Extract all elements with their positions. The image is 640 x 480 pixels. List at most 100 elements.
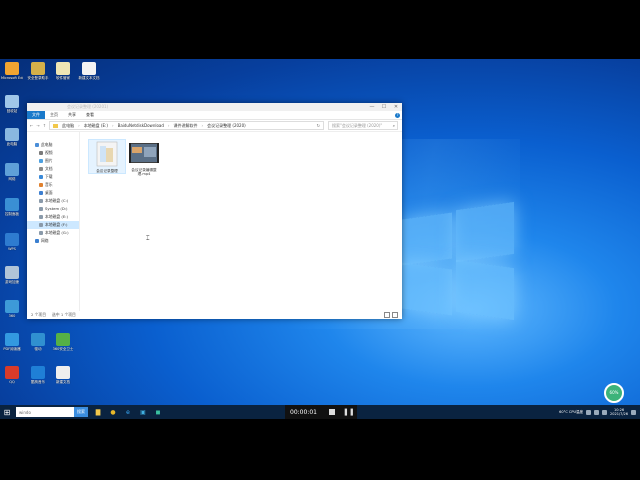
desktop-icon-label: QQ xyxy=(9,380,15,384)
breadcrumb-item[interactable]: 本地磁盘 (E:) xyxy=(84,123,108,129)
minimize-button[interactable]: — xyxy=(366,103,378,111)
file-item-video[interactable]: 会议记录编辑整理.mp4 xyxy=(126,139,162,176)
stop-icon[interactable] xyxy=(328,409,335,415)
cpu-temperature: 60°C CPU温度 xyxy=(559,409,584,414)
desktop-icon[interactable]: Microsoft Edge xyxy=(1,62,23,80)
ribbon-tab-home[interactable]: 主页 xyxy=(45,112,63,118)
desktop-icon[interactable]: 360安全卫士 xyxy=(52,333,74,351)
desktop-icon[interactable]: 回收站 xyxy=(1,95,23,113)
desktop-icon-label: WPS xyxy=(8,247,16,251)
taskbar-search-button[interactable]: 搜索 xyxy=(74,407,88,417)
desktop-icon[interactable]: 新建文本文档 xyxy=(78,62,100,80)
app-icon xyxy=(5,128,19,141)
navigation-pane: 此电脑 视频 图片 文档 下载 音乐 桌面 本地磁盘 (C:) System (D:) 本地磁盘 … xyxy=(27,131,80,311)
desktop-icon-label: 安全登录助手 xyxy=(27,76,49,80)
volume-icon[interactable] xyxy=(594,409,600,415)
nav-item-icon xyxy=(39,167,43,171)
large-icons-view-icon[interactable] xyxy=(392,312,398,318)
back-arrow-icon[interactable]: ← xyxy=(30,123,33,128)
ribbon-tab-share[interactable]: 共享 xyxy=(63,112,81,118)
desktop-icon[interactable]: 网络 xyxy=(1,163,23,181)
performance-badge[interactable]: 60% xyxy=(604,383,624,403)
notification-icon[interactable] xyxy=(631,409,636,415)
desktop-icon-label: 网络 xyxy=(8,177,16,181)
input-method-icon[interactable] xyxy=(602,409,608,415)
nav-item[interactable]: 桌面 xyxy=(27,189,79,197)
item-count: 2 个项目 xyxy=(31,312,47,317)
clock[interactable]: 10:26 2021/7/26 xyxy=(610,408,628,416)
nav-item-label: 网络 xyxy=(41,238,49,243)
breadcrumb-item[interactable]: 课件讲解软件 xyxy=(174,123,198,129)
nav-item[interactable]: 网络 xyxy=(27,237,79,245)
nav-item-icon xyxy=(39,215,43,219)
pause-icon[interactable]: ❚❚ xyxy=(343,408,355,416)
nav-item[interactable]: 本地磁盘 (G:) xyxy=(27,229,79,237)
store-icon[interactable]: ▣ xyxy=(138,407,148,417)
edge-icon[interactable]: e xyxy=(123,407,133,417)
chrome-icon[interactable]: ● xyxy=(108,407,118,417)
desktop-icon[interactable]: 360 xyxy=(1,300,23,318)
maximize-button[interactable]: ☐ xyxy=(378,103,390,111)
title-bar[interactable]: 会议记录整理 (20201) — ☐ ✕ xyxy=(27,103,402,111)
desktop-icon-label: Microsoft Edge xyxy=(1,76,23,80)
nav-item[interactable]: 文档 xyxy=(27,165,79,173)
breadcrumb-item[interactable]: BaiduNetdiskDownload xyxy=(118,123,164,128)
nav-item-label: 文档 xyxy=(45,166,53,171)
folder-icon xyxy=(53,123,59,128)
nav-item-label: 此电脑 xyxy=(41,142,53,147)
nav-item[interactable]: 图片 xyxy=(27,157,79,165)
network-icon[interactable] xyxy=(586,409,592,415)
nav-item-icon xyxy=(39,151,43,155)
desktop-icon[interactable]: PDF阅读器 xyxy=(1,333,23,351)
desktop-icon[interactable]: 软件管家 xyxy=(52,62,74,80)
app-icon xyxy=(5,266,19,279)
app-icon[interactable]: ◼ xyxy=(153,407,163,417)
desktop-icon[interactable]: 新建文档 xyxy=(52,366,74,384)
ribbon-tab-view[interactable]: 查看 xyxy=(81,112,99,118)
app-icon xyxy=(31,333,45,346)
desktop-icon[interactable]: 控制面板 xyxy=(1,198,23,216)
desktop-icon[interactable]: 游戏加速 xyxy=(1,266,23,284)
details-view-icon[interactable] xyxy=(384,312,390,318)
desktop-icon[interactable]: 酷狗音乐 xyxy=(27,366,49,384)
close-button[interactable]: ✕ xyxy=(390,103,402,111)
system-tray: 60°C CPU温度 10:26 2021/7/26 xyxy=(559,408,640,416)
desktop-icon[interactable]: WPS xyxy=(1,233,23,251)
ribbon-file-tab[interactable]: 文件 xyxy=(27,111,45,119)
address-bar[interactable]: 此电脑 › 本地磁盘 (E:) › BaiduNetdiskDownload ›… xyxy=(49,121,324,130)
nav-item[interactable]: 下载 xyxy=(27,173,79,181)
nav-item[interactable]: System (D:) xyxy=(27,205,79,213)
app-icon xyxy=(5,300,19,313)
desktop-icon-label: 酷狗音乐 xyxy=(31,380,45,384)
nav-item[interactable]: 音乐 xyxy=(27,181,79,189)
file-name: 会议记录编辑整理.mp4 xyxy=(131,168,157,176)
breadcrumb-item[interactable]: 会议记录整理 (2020) xyxy=(207,123,246,129)
file-explorer-window[interactable]: 会议记录整理 (20201) — ☐ ✕ 文件 主页 共享 查看 ? ← → ↑… xyxy=(27,103,402,319)
window-title: 会议记录整理 (20201) xyxy=(67,104,109,109)
nav-item[interactable]: 视频 xyxy=(27,149,79,157)
help-icon[interactable]: ? xyxy=(395,112,400,118)
nav-item[interactable]: 本地磁盘 (F:) xyxy=(27,221,79,229)
file-item-document[interactable]: 会议记录整理 xyxy=(88,139,126,174)
up-arrow-icon[interactable]: ↑ xyxy=(43,123,46,128)
refresh-icon[interactable]: ↻ xyxy=(317,123,320,128)
desktop-icon[interactable]: 安全登录助手 xyxy=(27,62,49,80)
desktop-icon-label: 360安全卫士 xyxy=(52,347,74,351)
desktop-icon[interactable]: 此电脑 xyxy=(1,128,23,146)
file-explorer-icon[interactable]: ▇ xyxy=(93,407,103,417)
search-input[interactable]: 搜索"会议记录整理 (2020)" ⌕ xyxy=(328,121,398,130)
forward-arrow-icon[interactable]: → xyxy=(36,123,39,128)
selected-count: 选中 1 个项目 xyxy=(52,312,76,317)
desktop-icon[interactable]: 驱动 xyxy=(27,333,49,351)
taskbar-search-input[interactable]: windo xyxy=(16,407,74,417)
breadcrumb-item[interactable]: 此电脑 xyxy=(62,123,74,129)
nav-item[interactable]: 此电脑 xyxy=(27,141,79,149)
desktop-icon[interactable]: QQ xyxy=(1,366,23,384)
nav-item[interactable]: 本地磁盘 (C:) xyxy=(27,197,79,205)
start-icon[interactable]: ⊞ xyxy=(0,405,14,419)
nav-item-label: 下载 xyxy=(45,174,53,179)
nav-item-icon xyxy=(39,183,43,187)
nav-item[interactable]: 本地磁盘 (E:) xyxy=(27,213,79,221)
app-icon xyxy=(5,333,19,346)
ribbon: 文件 主页 共享 查看 ? xyxy=(27,111,402,120)
